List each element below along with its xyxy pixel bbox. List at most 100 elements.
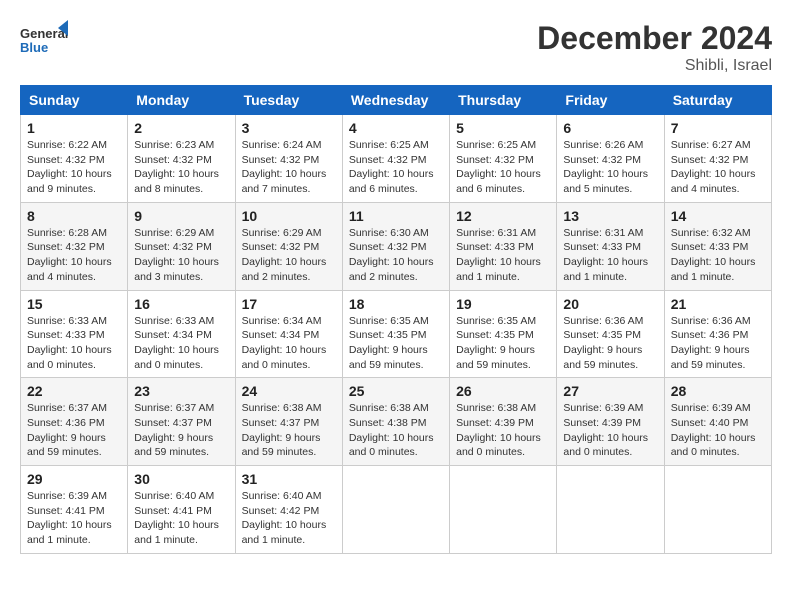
day-info: Sunrise: 6:33 AM Sunset: 4:33 PM Dayligh… xyxy=(27,314,121,373)
calendar-cell: 5 Sunrise: 6:25 AM Sunset: 4:32 PM Dayli… xyxy=(450,115,557,203)
day-number: 8 xyxy=(27,208,121,224)
day-number: 7 xyxy=(671,120,765,136)
calendar-cell: 1 Sunrise: 6:22 AM Sunset: 4:32 PM Dayli… xyxy=(21,115,128,203)
day-info: Sunrise: 6:31 AM Sunset: 4:33 PM Dayligh… xyxy=(456,226,550,285)
calendar-cell: 6 Sunrise: 6:26 AM Sunset: 4:32 PM Dayli… xyxy=(557,115,664,203)
day-number: 30 xyxy=(134,471,228,487)
calendar-cell: 8 Sunrise: 6:28 AM Sunset: 4:32 PM Dayli… xyxy=(21,202,128,290)
calendar-cell: 21 Sunrise: 6:36 AM Sunset: 4:36 PM Dayl… xyxy=(664,290,771,378)
calendar-cell: 15 Sunrise: 6:33 AM Sunset: 4:33 PM Dayl… xyxy=(21,290,128,378)
calendar-cell: 22 Sunrise: 6:37 AM Sunset: 4:36 PM Dayl… xyxy=(21,378,128,466)
calendar-cell: 13 Sunrise: 6:31 AM Sunset: 4:33 PM Dayl… xyxy=(557,202,664,290)
day-info: Sunrise: 6:31 AM Sunset: 4:33 PM Dayligh… xyxy=(563,226,657,285)
calendar-cell: 24 Sunrise: 6:38 AM Sunset: 4:37 PM Dayl… xyxy=(235,378,342,466)
day-info: Sunrise: 6:27 AM Sunset: 4:32 PM Dayligh… xyxy=(671,138,765,197)
day-number: 21 xyxy=(671,296,765,312)
calendar-cell: 27 Sunrise: 6:39 AM Sunset: 4:39 PM Dayl… xyxy=(557,378,664,466)
weekday-header-monday: Monday xyxy=(128,86,235,115)
calendar-header-row: SundayMondayTuesdayWednesdayThursdayFrid… xyxy=(21,86,772,115)
calendar-cell: 18 Sunrise: 6:35 AM Sunset: 4:35 PM Dayl… xyxy=(342,290,449,378)
day-info: Sunrise: 6:38 AM Sunset: 4:38 PM Dayligh… xyxy=(349,401,443,460)
calendar-week-row: 15 Sunrise: 6:33 AM Sunset: 4:33 PM Dayl… xyxy=(21,290,772,378)
calendar-week-row: 22 Sunrise: 6:37 AM Sunset: 4:36 PM Dayl… xyxy=(21,378,772,466)
calendar-cell: 16 Sunrise: 6:33 AM Sunset: 4:34 PM Dayl… xyxy=(128,290,235,378)
day-number: 28 xyxy=(671,383,765,399)
day-number: 5 xyxy=(456,120,550,136)
calendar-cell: 2 Sunrise: 6:23 AM Sunset: 4:32 PM Dayli… xyxy=(128,115,235,203)
calendar-cell: 11 Sunrise: 6:30 AM Sunset: 4:32 PM Dayl… xyxy=(342,202,449,290)
day-number: 14 xyxy=(671,208,765,224)
day-info: Sunrise: 6:30 AM Sunset: 4:32 PM Dayligh… xyxy=(349,226,443,285)
calendar-cell: 14 Sunrise: 6:32 AM Sunset: 4:33 PM Dayl… xyxy=(664,202,771,290)
day-number: 13 xyxy=(563,208,657,224)
calendar-cell: 28 Sunrise: 6:39 AM Sunset: 4:40 PM Dayl… xyxy=(664,378,771,466)
calendar-cell: 19 Sunrise: 6:35 AM Sunset: 4:35 PM Dayl… xyxy=(450,290,557,378)
day-number: 25 xyxy=(349,383,443,399)
weekday-header-wednesday: Wednesday xyxy=(342,86,449,115)
weekday-header-sunday: Sunday xyxy=(21,86,128,115)
day-number: 12 xyxy=(456,208,550,224)
calendar-cell: 3 Sunrise: 6:24 AM Sunset: 4:32 PM Dayli… xyxy=(235,115,342,203)
day-number: 4 xyxy=(349,120,443,136)
day-info: Sunrise: 6:28 AM Sunset: 4:32 PM Dayligh… xyxy=(27,226,121,285)
weekday-header-friday: Friday xyxy=(557,86,664,115)
svg-text:Blue: Blue xyxy=(20,40,48,55)
day-number: 9 xyxy=(134,208,228,224)
weekday-header-tuesday: Tuesday xyxy=(235,86,342,115)
calendar-table: SundayMondayTuesdayWednesdayThursdayFrid… xyxy=(20,85,772,554)
day-number: 1 xyxy=(27,120,121,136)
day-number: 6 xyxy=(563,120,657,136)
day-info: Sunrise: 6:32 AM Sunset: 4:33 PM Dayligh… xyxy=(671,226,765,285)
day-number: 18 xyxy=(349,296,443,312)
day-info: Sunrise: 6:29 AM Sunset: 4:32 PM Dayligh… xyxy=(134,226,228,285)
day-number: 16 xyxy=(134,296,228,312)
calendar-cell xyxy=(342,466,449,554)
day-info: Sunrise: 6:38 AM Sunset: 4:37 PM Dayligh… xyxy=(242,401,336,460)
day-info: Sunrise: 6:35 AM Sunset: 4:35 PM Dayligh… xyxy=(456,314,550,373)
day-number: 19 xyxy=(456,296,550,312)
day-number: 15 xyxy=(27,296,121,312)
day-number: 10 xyxy=(242,208,336,224)
day-number: 3 xyxy=(242,120,336,136)
day-info: Sunrise: 6:26 AM Sunset: 4:32 PM Dayligh… xyxy=(563,138,657,197)
day-info: Sunrise: 6:35 AM Sunset: 4:35 PM Dayligh… xyxy=(349,314,443,373)
day-info: Sunrise: 6:37 AM Sunset: 4:37 PM Dayligh… xyxy=(134,401,228,460)
day-number: 23 xyxy=(134,383,228,399)
calendar-cell: 29 Sunrise: 6:39 AM Sunset: 4:41 PM Dayl… xyxy=(21,466,128,554)
day-info: Sunrise: 6:24 AM Sunset: 4:32 PM Dayligh… xyxy=(242,138,336,197)
day-info: Sunrise: 6:34 AM Sunset: 4:34 PM Dayligh… xyxy=(242,314,336,373)
day-number: 31 xyxy=(242,471,336,487)
calendar-cell: 23 Sunrise: 6:37 AM Sunset: 4:37 PM Dayl… xyxy=(128,378,235,466)
calendar-week-row: 8 Sunrise: 6:28 AM Sunset: 4:32 PM Dayli… xyxy=(21,202,772,290)
calendar-cell: 25 Sunrise: 6:38 AM Sunset: 4:38 PM Dayl… xyxy=(342,378,449,466)
day-info: Sunrise: 6:36 AM Sunset: 4:35 PM Dayligh… xyxy=(563,314,657,373)
day-info: Sunrise: 6:40 AM Sunset: 4:42 PM Dayligh… xyxy=(242,489,336,548)
calendar-cell: 31 Sunrise: 6:40 AM Sunset: 4:42 PM Dayl… xyxy=(235,466,342,554)
weekday-header-thursday: Thursday xyxy=(450,86,557,115)
day-info: Sunrise: 6:37 AM Sunset: 4:36 PM Dayligh… xyxy=(27,401,121,460)
calendar-cell: 12 Sunrise: 6:31 AM Sunset: 4:33 PM Dayl… xyxy=(450,202,557,290)
calendar-cell: 9 Sunrise: 6:29 AM Sunset: 4:32 PM Dayli… xyxy=(128,202,235,290)
calendar-cell: 30 Sunrise: 6:40 AM Sunset: 4:41 PM Dayl… xyxy=(128,466,235,554)
day-info: Sunrise: 6:39 AM Sunset: 4:40 PM Dayligh… xyxy=(671,401,765,460)
logo: General Blue xyxy=(20,20,68,62)
day-number: 20 xyxy=(563,296,657,312)
day-number: 29 xyxy=(27,471,121,487)
location: Shibli, Israel xyxy=(537,57,772,75)
day-info: Sunrise: 6:22 AM Sunset: 4:32 PM Dayligh… xyxy=(27,138,121,197)
calendar-cell: 4 Sunrise: 6:25 AM Sunset: 4:32 PM Dayli… xyxy=(342,115,449,203)
calendar-cell: 26 Sunrise: 6:38 AM Sunset: 4:39 PM Dayl… xyxy=(450,378,557,466)
calendar-week-row: 29 Sunrise: 6:39 AM Sunset: 4:41 PM Dayl… xyxy=(21,466,772,554)
calendar-cell: 20 Sunrise: 6:36 AM Sunset: 4:35 PM Dayl… xyxy=(557,290,664,378)
day-number: 22 xyxy=(27,383,121,399)
day-number: 24 xyxy=(242,383,336,399)
day-info: Sunrise: 6:25 AM Sunset: 4:32 PM Dayligh… xyxy=(349,138,443,197)
day-number: 11 xyxy=(349,208,443,224)
weekday-header-saturday: Saturday xyxy=(664,86,771,115)
day-info: Sunrise: 6:39 AM Sunset: 4:39 PM Dayligh… xyxy=(563,401,657,460)
calendar-cell xyxy=(557,466,664,554)
day-number: 17 xyxy=(242,296,336,312)
calendar-cell xyxy=(664,466,771,554)
calendar-cell: 7 Sunrise: 6:27 AM Sunset: 4:32 PM Dayli… xyxy=(664,115,771,203)
day-info: Sunrise: 6:38 AM Sunset: 4:39 PM Dayligh… xyxy=(456,401,550,460)
